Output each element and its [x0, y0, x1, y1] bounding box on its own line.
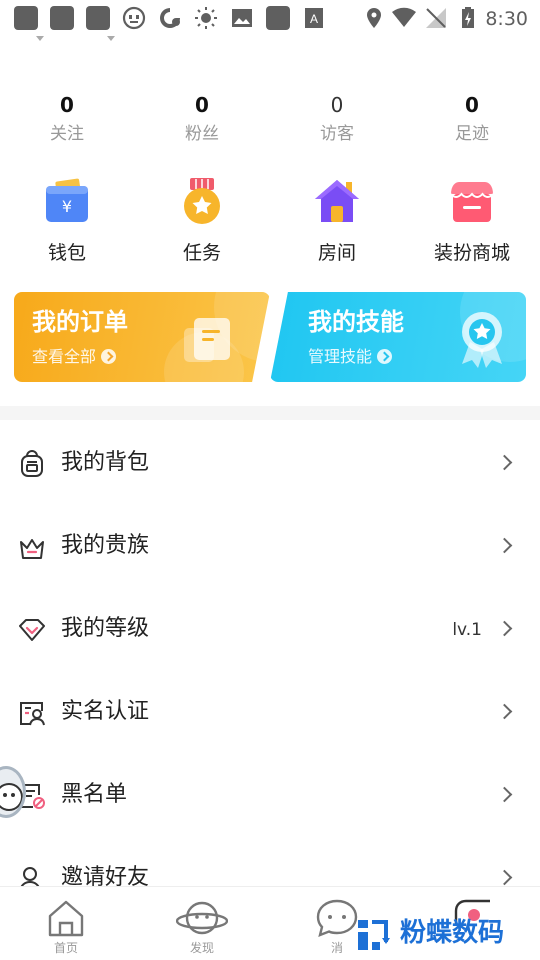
watermark: 粉蝶数码 — [352, 910, 532, 960]
planet-icon — [176, 901, 228, 935]
chevron-right-icon — [496, 537, 513, 554]
menu-item-label: 我的等级 — [61, 616, 150, 641]
notification-square-icon — [50, 6, 74, 30]
chevron-right-icon — [496, 786, 513, 803]
diamond-icon — [19, 619, 45, 641]
stat-value: 0 — [465, 93, 479, 117]
notification-square-icon — [14, 6, 38, 30]
skills-card-title: 我的技能 — [308, 308, 404, 336]
stat-footprints[interactable]: 0 足迹 — [412, 92, 532, 146]
backpack-icon — [21, 450, 43, 477]
wallet-icon: ¥ — [46, 178, 88, 222]
stat-label: 关注 — [50, 124, 84, 144]
quick-action-tasks[interactable]: 任务 — [142, 176, 262, 266]
medal-icon — [184, 178, 220, 224]
no-signal-icon — [426, 8, 446, 28]
id-card-icon — [20, 702, 45, 726]
orders-card-link[interactable]: 查看全部 — [32, 346, 117, 368]
quick-action-wallet[interactable]: ¥ 钱包 — [7, 176, 127, 266]
arrow-right-circle-icon — [101, 349, 117, 364]
menu-item-level[interactable]: 我的等级 lv.1 — [0, 588, 540, 671]
battery-charging-icon — [462, 7, 474, 28]
watermark-logo-icon — [358, 920, 390, 950]
brightness-icon — [195, 7, 217, 29]
nav-label: 发现 — [189, 941, 214, 955]
face-icon — [122, 6, 146, 30]
quick-action-label: 任务 — [182, 242, 221, 264]
svg-text:A: A — [310, 12, 318, 26]
chevron-right-icon — [496, 620, 513, 637]
menu-item-label: 我的贵族 — [61, 533, 150, 558]
stat-label: 粉丝 — [185, 124, 219, 144]
stat-fans[interactable]: 0 粉丝 — [142, 92, 262, 146]
menu-item-label: 我的背包 — [61, 450, 150, 475]
menu-item-nobility[interactable]: 我的贵族 — [0, 505, 540, 588]
chevron-right-icon — [496, 454, 513, 471]
stat-value: 0 — [195, 93, 209, 117]
award-ribbon-icon — [462, 312, 502, 368]
chevron-right-icon — [496, 703, 513, 720]
arrow-right-circle-icon — [377, 349, 393, 364]
skills-card-subtitle: 管理技能 — [308, 347, 373, 366]
stat-value: 0 — [330, 93, 344, 117]
shop-icon — [450, 182, 494, 222]
stat-label: 足迹 — [455, 124, 489, 144]
notification-square-icon — [86, 6, 110, 30]
orders-card-subtitle: 查看全部 — [32, 347, 97, 366]
watermark-text: 粉蝶数码 — [400, 918, 505, 948]
orders-card[interactable]: 我的订单 查看全部 — [14, 292, 270, 382]
font-icon: A — [305, 8, 323, 28]
wifi-icon — [392, 7, 416, 28]
skills-card[interactable]: 我的技能 管理技能 — [270, 292, 526, 382]
section-divider — [0, 406, 540, 420]
nav-home[interactable]: 首页 — [16, 897, 116, 955]
location-icon — [367, 8, 381, 28]
refresh-icon — [160, 8, 180, 28]
caret-down-icon — [36, 36, 44, 41]
stat-following[interactable]: 0 关注 — [7, 92, 127, 146]
home-icon — [48, 900, 84, 937]
status-bar: A 8:30 — [0, 0, 540, 41]
caret-down-icon — [107, 36, 115, 41]
status-time: 8:30 — [485, 8, 528, 30]
house-icon — [315, 180, 359, 222]
crown-icon — [20, 539, 44, 559]
menu-item-blocklist[interactable]: 黑名单 — [0, 754, 540, 837]
quick-action-label: 钱包 — [47, 242, 86, 264]
stat-label: 访客 — [320, 124, 354, 144]
order-document-icon — [184, 318, 230, 362]
orders-card-title: 我的订单 — [32, 308, 128, 336]
menu-item-realname[interactable]: 实名认证 — [0, 671, 540, 754]
notification-square-icon — [266, 6, 290, 30]
image-icon — [232, 9, 252, 27]
stat-visitors[interactable]: 0 访客 — [277, 92, 397, 146]
quick-action-shop[interactable]: 装扮商城 — [412, 176, 532, 266]
level-value: lv.1 — [452, 620, 482, 640]
nav-discover[interactable]: 发现 — [152, 897, 252, 955]
stat-value: 0 — [60, 93, 74, 117]
menu-item-label: 实名认证 — [61, 699, 150, 724]
svg-text:¥: ¥ — [62, 197, 72, 216]
quick-action-room[interactable]: 房间 — [277, 176, 397, 266]
menu-item-backpack[interactable]: 我的背包 — [0, 422, 540, 505]
chevron-right-icon — [496, 869, 513, 886]
skills-card-link[interactable]: 管理技能 — [308, 346, 393, 368]
quick-action-label: 装扮商城 — [433, 242, 510, 264]
quick-action-label: 房间 — [317, 242, 356, 264]
menu-item-label: 黑名单 — [61, 782, 128, 807]
nav-label: 首页 — [53, 941, 78, 955]
